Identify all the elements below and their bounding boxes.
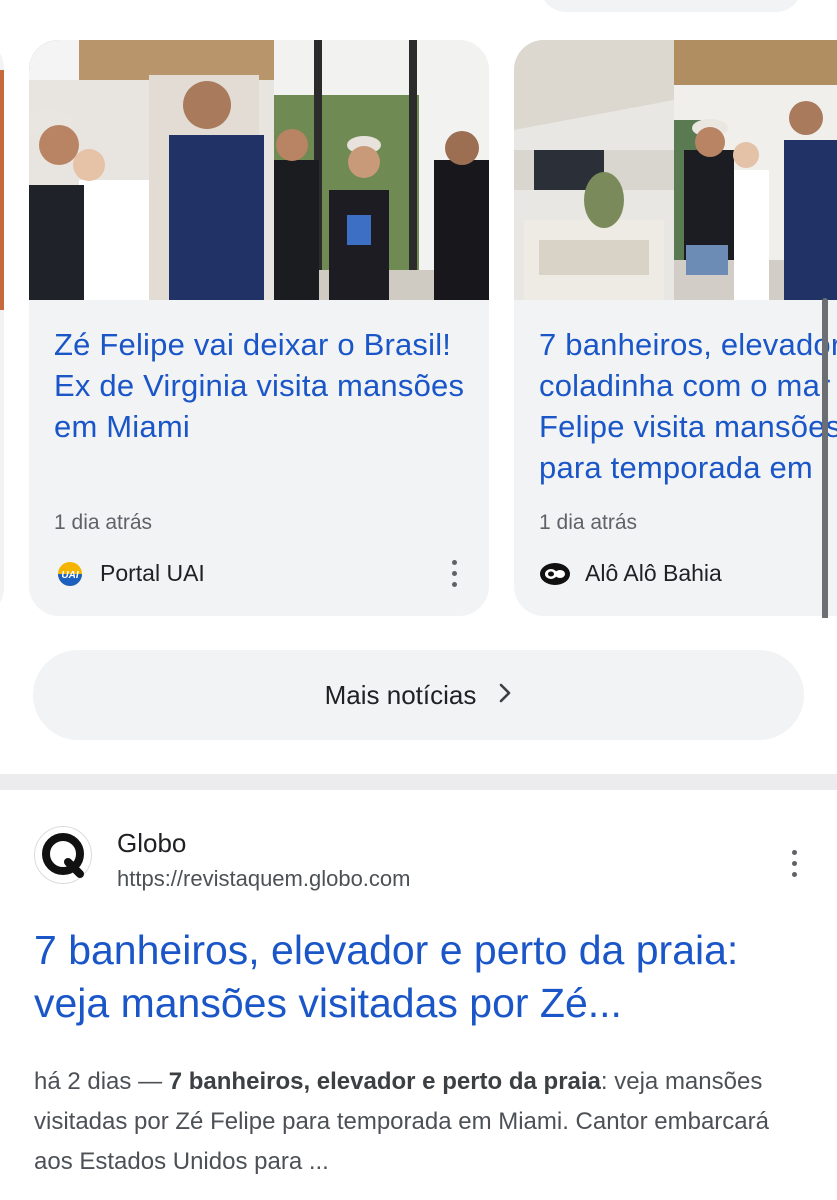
news-card[interactable]: 7 banheiros, elevador coladinha com o ma… [514, 40, 837, 616]
previous-card-edge[interactable] [0, 40, 4, 616]
quem-logo-icon [42, 833, 84, 878]
title-line: para temporada em [539, 450, 813, 485]
news-card-image [29, 40, 489, 300]
snippet-highlight: 7 banheiros, elevador e perto da praia [168, 1068, 601, 1095]
chevron-right-icon [498, 680, 512, 711]
more-news-button[interactable]: Mais notícias [33, 650, 804, 740]
news-card-title[interactable]: Zé Felipe vai deixar o Brasil! Ex de Vir… [54, 324, 474, 447]
section-divider [0, 774, 837, 790]
news-card-source: UAI Portal UAI [54, 560, 205, 587]
portal-uai-logo-icon: UAI [54, 561, 86, 587]
top-pill-button[interactable] [540, 0, 802, 12]
more-news-label: Mais notícias [324, 679, 477, 710]
title-line: Felipe visita mansões [539, 409, 837, 444]
carousel-scrollbar[interactable] [822, 298, 828, 618]
more-options-icon[interactable] [449, 560, 459, 587]
title-line: 7 banheiros, elevador [539, 327, 837, 362]
news-card-source: Alô Alô Bahia [539, 560, 722, 587]
news-card-image [514, 40, 837, 300]
news-card[interactable]: Zé Felipe vai deixar o Brasil! Ex de Vir… [29, 40, 489, 616]
alo-alo-bahia-logo-icon [539, 561, 571, 587]
news-card-time: 1 dia atrás [539, 511, 638, 534]
result-snippet: há 2 dias — 7 banheiros, elevador e pert… [34, 1062, 804, 1182]
source-name: Alô Alô Bahia [585, 560, 722, 586]
result-more-options-icon[interactable] [789, 850, 799, 877]
previous-card-image-edge [0, 70, 4, 310]
site-favicon[interactable] [34, 826, 92, 884]
news-card-time: 1 dia atrás [54, 511, 153, 534]
result-title-link[interactable]: 7 banheiros, elevador e perto da praia: … [34, 924, 814, 1030]
title-line: coladinha com o mar [539, 368, 831, 403]
news-card-title[interactable]: 7 banheiros, elevador coladinha com o ma… [539, 324, 837, 488]
svg-text:UAI: UAI [61, 570, 78, 581]
news-carousel[interactable]: Zé Felipe vai deixar o Brasil! Ex de Vir… [0, 40, 837, 618]
site-url[interactable]: https://revistaquem.globo.com [117, 866, 410, 892]
snippet-date: há 2 dias — [34, 1068, 169, 1095]
site-name[interactable]: Globo [117, 828, 186, 859]
source-name: Portal UAI [100, 560, 205, 586]
